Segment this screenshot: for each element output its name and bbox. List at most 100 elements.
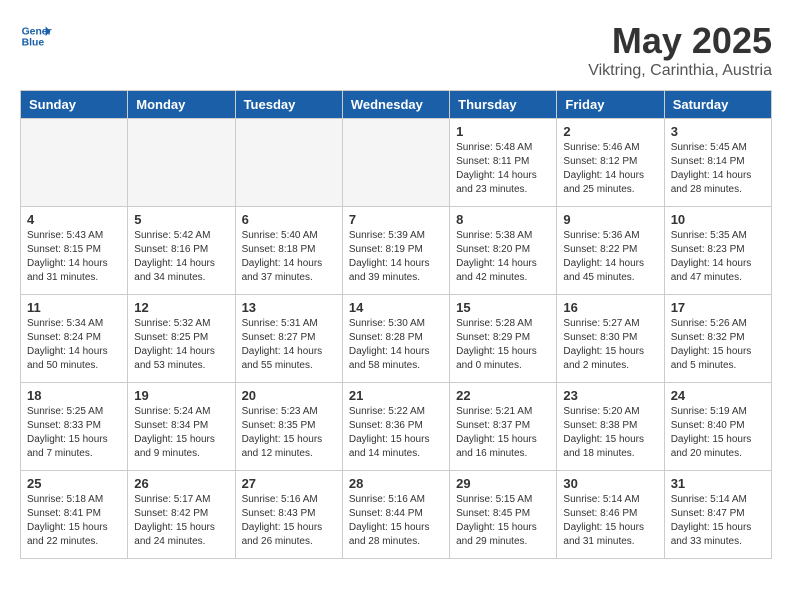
day-number: 31	[671, 476, 765, 491]
day-number: 22	[456, 388, 550, 403]
day-cell-6: 6 Sunrise: 5:40 AM Sunset: 8:18 PM Dayli…	[235, 207, 342, 295]
col-header-friday: Friday	[557, 91, 664, 119]
col-header-wednesday: Wednesday	[342, 91, 449, 119]
day-info: Sunrise: 5:14 AM Sunset: 8:47 PM Dayligh…	[671, 493, 765, 549]
day-cell-15: 15 Sunrise: 5:28 AM Sunset: 8:29 PM Dayl…	[450, 295, 557, 383]
day-number: 9	[563, 212, 657, 227]
day-info: Sunrise: 5:20 AM Sunset: 8:38 PM Dayligh…	[563, 405, 657, 461]
day-info: Sunrise: 5:19 AM Sunset: 8:40 PM Dayligh…	[671, 405, 765, 461]
day-number: 28	[349, 476, 443, 491]
svg-text:Blue: Blue	[22, 38, 45, 49]
day-number: 6	[242, 212, 336, 227]
day-cell-7: 7 Sunrise: 5:39 AM Sunset: 8:19 PM Dayli…	[342, 207, 449, 295]
day-number: 8	[456, 212, 550, 227]
day-cell-empty-0-1	[128, 119, 235, 207]
day-cell-8: 8 Sunrise: 5:38 AM Sunset: 8:20 PM Dayli…	[450, 207, 557, 295]
day-number: 29	[456, 476, 550, 491]
day-cell-23: 23 Sunrise: 5:20 AM Sunset: 8:38 PM Dayl…	[557, 383, 664, 471]
day-info: Sunrise: 5:42 AM Sunset: 8:16 PM Dayligh…	[134, 229, 228, 285]
day-cell-10: 10 Sunrise: 5:35 AM Sunset: 8:23 PM Dayl…	[664, 207, 771, 295]
col-header-sunday: Sunday	[21, 91, 128, 119]
day-number: 11	[27, 300, 121, 315]
day-number: 27	[242, 476, 336, 491]
day-number: 26	[134, 476, 228, 491]
day-cell-24: 24 Sunrise: 5:19 AM Sunset: 8:40 PM Dayl…	[664, 383, 771, 471]
day-info: Sunrise: 5:24 AM Sunset: 8:34 PM Dayligh…	[134, 405, 228, 461]
day-cell-26: 26 Sunrise: 5:17 AM Sunset: 8:42 PM Dayl…	[128, 471, 235, 559]
day-info: Sunrise: 5:22 AM Sunset: 8:36 PM Dayligh…	[349, 405, 443, 461]
day-info: Sunrise: 5:16 AM Sunset: 8:43 PM Dayligh…	[242, 493, 336, 549]
week-row-5: 25 Sunrise: 5:18 AM Sunset: 8:41 PM Dayl…	[21, 471, 772, 559]
day-number: 3	[671, 124, 765, 139]
day-info: Sunrise: 5:43 AM Sunset: 8:15 PM Dayligh…	[27, 229, 121, 285]
day-number: 25	[27, 476, 121, 491]
day-cell-18: 18 Sunrise: 5:25 AM Sunset: 8:33 PM Dayl…	[21, 383, 128, 471]
calendar-table: SundayMondayTuesdayWednesdayThursdayFrid…	[20, 90, 772, 559]
col-header-thursday: Thursday	[450, 91, 557, 119]
day-cell-13: 13 Sunrise: 5:31 AM Sunset: 8:27 PM Dayl…	[235, 295, 342, 383]
week-row-4: 18 Sunrise: 5:25 AM Sunset: 8:33 PM Dayl…	[21, 383, 772, 471]
day-cell-11: 11 Sunrise: 5:34 AM Sunset: 8:24 PM Dayl…	[21, 295, 128, 383]
day-info: Sunrise: 5:21 AM Sunset: 8:37 PM Dayligh…	[456, 405, 550, 461]
day-number: 10	[671, 212, 765, 227]
day-info: Sunrise: 5:14 AM Sunset: 8:46 PM Dayligh…	[563, 493, 657, 549]
day-cell-empty-0-2	[235, 119, 342, 207]
day-cell-17: 17 Sunrise: 5:26 AM Sunset: 8:32 PM Dayl…	[664, 295, 771, 383]
day-info: Sunrise: 5:31 AM Sunset: 8:27 PM Dayligh…	[242, 317, 336, 373]
day-info: Sunrise: 5:15 AM Sunset: 8:45 PM Dayligh…	[456, 493, 550, 549]
header-row: SundayMondayTuesdayWednesdayThursdayFrid…	[21, 91, 772, 119]
day-cell-empty-0-3	[342, 119, 449, 207]
page-header: General Blue May 2025 Viktring, Carinthi…	[20, 20, 772, 80]
day-number: 24	[671, 388, 765, 403]
day-info: Sunrise: 5:25 AM Sunset: 8:33 PM Dayligh…	[27, 405, 121, 461]
week-row-2: 4 Sunrise: 5:43 AM Sunset: 8:15 PM Dayli…	[21, 207, 772, 295]
day-info: Sunrise: 5:48 AM Sunset: 8:11 PM Dayligh…	[456, 141, 550, 197]
col-header-monday: Monday	[128, 91, 235, 119]
day-number: 16	[563, 300, 657, 315]
day-info: Sunrise: 5:30 AM Sunset: 8:28 PM Dayligh…	[349, 317, 443, 373]
day-info: Sunrise: 5:16 AM Sunset: 8:44 PM Dayligh…	[349, 493, 443, 549]
week-row-1: 1 Sunrise: 5:48 AM Sunset: 8:11 PM Dayli…	[21, 119, 772, 207]
day-cell-3: 3 Sunrise: 5:45 AM Sunset: 8:14 PM Dayli…	[664, 119, 771, 207]
day-info: Sunrise: 5:28 AM Sunset: 8:29 PM Dayligh…	[456, 317, 550, 373]
day-cell-5: 5 Sunrise: 5:42 AM Sunset: 8:16 PM Dayli…	[128, 207, 235, 295]
day-info: Sunrise: 5:38 AM Sunset: 8:20 PM Dayligh…	[456, 229, 550, 285]
day-cell-21: 21 Sunrise: 5:22 AM Sunset: 8:36 PM Dayl…	[342, 383, 449, 471]
day-info: Sunrise: 5:36 AM Sunset: 8:22 PM Dayligh…	[563, 229, 657, 285]
day-info: Sunrise: 5:40 AM Sunset: 8:18 PM Dayligh…	[242, 229, 336, 285]
day-cell-9: 9 Sunrise: 5:36 AM Sunset: 8:22 PM Dayli…	[557, 207, 664, 295]
day-info: Sunrise: 5:45 AM Sunset: 8:14 PM Dayligh…	[671, 141, 765, 197]
day-number: 23	[563, 388, 657, 403]
day-number: 5	[134, 212, 228, 227]
day-number: 19	[134, 388, 228, 403]
day-cell-12: 12 Sunrise: 5:32 AM Sunset: 8:25 PM Dayl…	[128, 295, 235, 383]
day-number: 1	[456, 124, 550, 139]
day-number: 13	[242, 300, 336, 315]
day-number: 4	[27, 212, 121, 227]
day-cell-4: 4 Sunrise: 5:43 AM Sunset: 8:15 PM Dayli…	[21, 207, 128, 295]
day-number: 15	[456, 300, 550, 315]
day-cell-20: 20 Sunrise: 5:23 AM Sunset: 8:35 PM Dayl…	[235, 383, 342, 471]
logo-icon: General Blue	[20, 20, 52, 52]
day-cell-27: 27 Sunrise: 5:16 AM Sunset: 8:43 PM Dayl…	[235, 471, 342, 559]
day-cell-1: 1 Sunrise: 5:48 AM Sunset: 8:11 PM Dayli…	[450, 119, 557, 207]
day-cell-30: 30 Sunrise: 5:14 AM Sunset: 8:46 PM Dayl…	[557, 471, 664, 559]
logo: General Blue	[20, 20, 52, 52]
day-number: 7	[349, 212, 443, 227]
day-info: Sunrise: 5:39 AM Sunset: 8:19 PM Dayligh…	[349, 229, 443, 285]
day-info: Sunrise: 5:46 AM Sunset: 8:12 PM Dayligh…	[563, 141, 657, 197]
day-cell-empty-0-0	[21, 119, 128, 207]
day-info: Sunrise: 5:27 AM Sunset: 8:30 PM Dayligh…	[563, 317, 657, 373]
day-info: Sunrise: 5:26 AM Sunset: 8:32 PM Dayligh…	[671, 317, 765, 373]
day-number: 12	[134, 300, 228, 315]
day-cell-29: 29 Sunrise: 5:15 AM Sunset: 8:45 PM Dayl…	[450, 471, 557, 559]
title-block: May 2025 Viktring, Carinthia, Austria	[588, 20, 772, 80]
day-cell-25: 25 Sunrise: 5:18 AM Sunset: 8:41 PM Dayl…	[21, 471, 128, 559]
week-row-3: 11 Sunrise: 5:34 AM Sunset: 8:24 PM Dayl…	[21, 295, 772, 383]
day-cell-22: 22 Sunrise: 5:21 AM Sunset: 8:37 PM Dayl…	[450, 383, 557, 471]
day-number: 20	[242, 388, 336, 403]
day-cell-14: 14 Sunrise: 5:30 AM Sunset: 8:28 PM Dayl…	[342, 295, 449, 383]
day-cell-2: 2 Sunrise: 5:46 AM Sunset: 8:12 PM Dayli…	[557, 119, 664, 207]
day-number: 21	[349, 388, 443, 403]
day-cell-16: 16 Sunrise: 5:27 AM Sunset: 8:30 PM Dayl…	[557, 295, 664, 383]
